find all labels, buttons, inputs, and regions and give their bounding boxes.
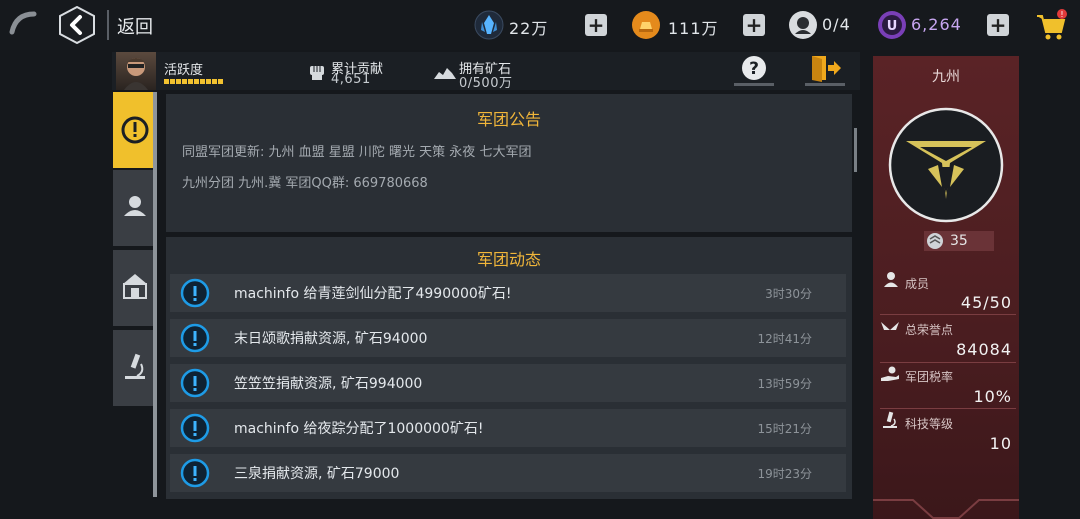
back-arrow-icon[interactable] [58, 6, 96, 44]
honor-value: 84084 [956, 340, 1012, 359]
avatar[interactable] [116, 52, 156, 90]
news-item[interactable]: machinfo 给青莲剑仙分配了4990000矿石! 3时30分 [170, 274, 846, 312]
tech-label: 科技等级 [905, 417, 954, 431]
u-coin-amount: 6,264 [911, 15, 962, 34]
panel-decoration [873, 499, 1019, 519]
members-icon [884, 272, 898, 287]
tax-label: 军团税率 [905, 370, 954, 384]
divider [107, 10, 109, 40]
announcement-scrollbar[interactable] [854, 128, 857, 172]
divider [880, 408, 1016, 409]
members-value: 45/50 [960, 293, 1012, 312]
alert-icon [180, 413, 210, 443]
back-button-label[interactable]: 返回 [117, 13, 153, 39]
tab-technology[interactable] [113, 330, 153, 406]
person-icon [124, 196, 146, 216]
tab-members[interactable] [113, 170, 153, 246]
add-crystal-button[interactable]: + [585, 14, 607, 36]
portrait-icon [124, 58, 148, 90]
news-time: 15时21分 [757, 422, 812, 436]
scroll-bar[interactable] [153, 92, 157, 497]
activity-label: 活跃度 [164, 63, 204, 78]
tech-value: 10 [989, 434, 1012, 453]
news-item[interactable]: 末日颂歌捐献资源, 矿石94000 12时41分 [170, 319, 846, 357]
crystal-icon [474, 10, 504, 40]
wings-icon [881, 322, 899, 330]
help-icon[interactable]: ? [733, 53, 775, 87]
news-text: 笠笠笠捐献资源, 矿石994000 [234, 376, 423, 392]
alert-icon [180, 368, 210, 398]
news-item[interactable]: 三泉捐献资源, 矿石79000 19时23分 [170, 454, 846, 492]
news-item[interactable]: machinfo 给夜踪分配了1000000矿石! 15时21分 [170, 409, 846, 447]
news-title: 军团动态 [476, 250, 541, 269]
fist-icon [310, 66, 324, 80]
u-coin-icon: U [878, 11, 906, 39]
announcement-line-2: 九州分团 九州.冀 军团QQ群: 669780668 [182, 176, 428, 191]
stamina-amount: 0/4 [822, 15, 851, 34]
tab-buildings[interactable] [113, 250, 153, 326]
announcement-line-1: 同盟军团更新: 九州 血盟 星盟 川陀 曙光 天策 永夜 七大军团 [182, 145, 532, 160]
alert-icon [121, 116, 149, 144]
news-time: 3时30分 [765, 287, 812, 301]
news-text: machinfo 给青莲剑仙分配了4990000矿石! [234, 286, 512, 302]
gold-amount: 111万 [668, 19, 719, 38]
members-label: 成员 [905, 277, 930, 291]
tax-hand-icon [881, 366, 899, 381]
svg-text:?: ? [749, 59, 759, 79]
divider [880, 362, 1016, 363]
news-text: 末日颂歌捐献资源, 矿石94000 [234, 331, 428, 347]
tax-value: 10% [973, 387, 1012, 406]
alert-icon [180, 278, 210, 308]
news-text: 三泉捐献资源, 矿石79000 [234, 466, 400, 482]
legion-emblem-icon [888, 107, 1004, 223]
news-text: machinfo 给夜踪分配了1000000矿石! [234, 421, 484, 437]
alert-icon [180, 458, 210, 488]
pilot-stamina-icon [789, 11, 817, 39]
svg-text:U: U [887, 19, 898, 34]
add-gold-button[interactable]: + [743, 14, 765, 36]
crystal-amount: 22万 [509, 19, 549, 38]
legion-level: 35 [950, 233, 968, 249]
legion-name: 九州 [932, 69, 960, 85]
app-logo-icon [9, 11, 37, 35]
gold-icon [632, 11, 660, 39]
news-time: 12时41分 [757, 332, 812, 346]
svg-text:!: ! [1060, 10, 1063, 19]
add-u-coin-button[interactable]: + [987, 14, 1009, 36]
contribution-value: 4,651 [331, 72, 371, 87]
announcement-title: 军团公告 [476, 110, 541, 129]
shop-cart-icon[interactable]: ! [1034, 8, 1068, 42]
exit-door-icon[interactable] [804, 53, 846, 87]
tab-announcement[interactable] [113, 92, 153, 168]
ore-value: 0/500万 [459, 76, 513, 91]
rank-shield-icon [927, 233, 943, 249]
divider [880, 314, 1016, 315]
activity-progress-bar [164, 79, 224, 84]
alert-icon [180, 323, 210, 353]
microscope-icon [125, 353, 145, 379]
news-time: 19时23分 [757, 467, 812, 481]
honor-label: 总荣誉点 [905, 323, 954, 337]
ore-pile-icon [434, 68, 456, 79]
news-item[interactable]: 笠笠笠捐献资源, 矿石994000 13时59分 [170, 364, 846, 402]
news-time: 13时59分 [757, 377, 812, 391]
microscope-icon [883, 411, 897, 428]
building-icon [123, 274, 147, 299]
